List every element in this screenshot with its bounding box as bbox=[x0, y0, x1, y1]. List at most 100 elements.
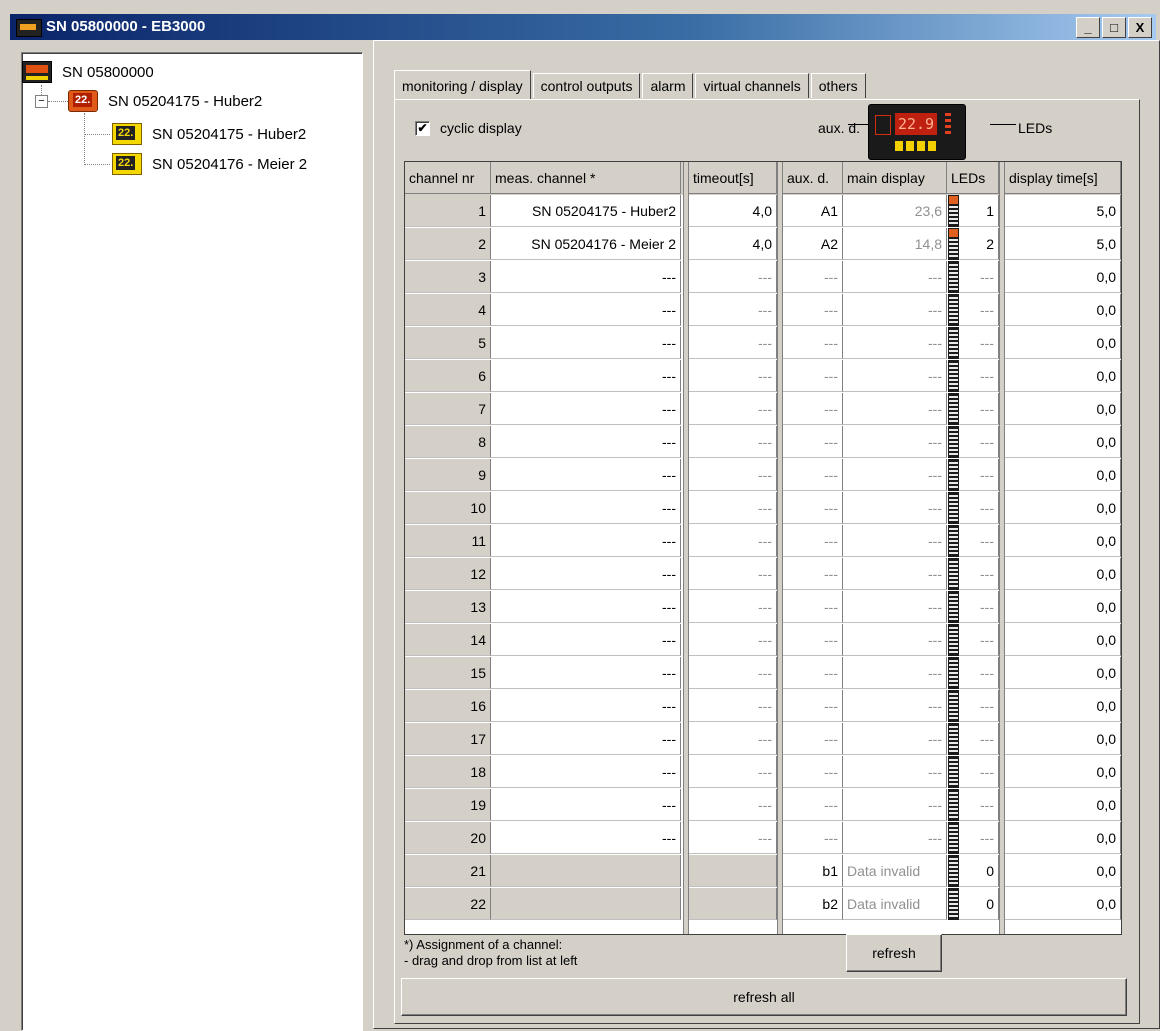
tab-alarm[interactable]: alarm bbox=[642, 73, 694, 98]
cell-main[interactable]: --- bbox=[843, 657, 947, 689]
tab-virtual-channels[interactable]: virtual channels bbox=[695, 73, 809, 98]
cell-aux[interactable]: b1 bbox=[783, 855, 843, 887]
cell-leds[interactable]: --- bbox=[959, 426, 999, 458]
cell-time[interactable]: 0,0 bbox=[1005, 789, 1121, 821]
cell-time[interactable]: 0,0 bbox=[1005, 261, 1121, 293]
cell-channel[interactable]: SN 05204175 - Huber2 bbox=[491, 195, 681, 227]
maximize-button[interactable]: □ bbox=[1102, 17, 1126, 38]
column-header[interactable]: main display bbox=[843, 162, 947, 194]
cell-aux[interactable]: A2 bbox=[783, 228, 843, 260]
cell-leds[interactable]: --- bbox=[959, 756, 999, 788]
table-row[interactable]: 5 --- --- --- --- --- 0,0 bbox=[405, 327, 1121, 360]
cell-aux[interactable]: --- bbox=[783, 261, 843, 293]
cell-leds[interactable]: --- bbox=[959, 558, 999, 590]
cell-channel[interactable]: --- bbox=[491, 591, 681, 623]
cell-main[interactable]: --- bbox=[843, 591, 947, 623]
cell-channel[interactable]: --- bbox=[491, 393, 681, 425]
tab-others[interactable]: others bbox=[810, 73, 866, 98]
cell-channel[interactable]: --- bbox=[491, 294, 681, 326]
cell-aux[interactable]: --- bbox=[783, 657, 843, 689]
cell-timeout[interactable] bbox=[689, 855, 777, 887]
cell-leds[interactable]: --- bbox=[959, 327, 999, 359]
cell-channel[interactable]: --- bbox=[491, 789, 681, 821]
cell-timeout[interactable]: --- bbox=[689, 492, 777, 524]
cell-main[interactable]: --- bbox=[843, 261, 947, 293]
cyclic-display-checkbox[interactable]: ✔ bbox=[415, 120, 430, 136]
table-row[interactable]: 7 --- --- --- --- --- 0,0 bbox=[405, 393, 1121, 426]
cell-main[interactable]: --- bbox=[843, 690, 947, 722]
cell-time[interactable]: 0,0 bbox=[1005, 723, 1121, 755]
cell-aux[interactable]: --- bbox=[783, 393, 843, 425]
cell-leds[interactable]: --- bbox=[959, 492, 999, 524]
cell-channel[interactable]: SN 05204176 - Meier 2 bbox=[491, 228, 681, 260]
refresh-all-button[interactable]: refresh all bbox=[401, 978, 1127, 1016]
cell-channel[interactable] bbox=[491, 888, 681, 920]
cell-channel[interactable]: --- bbox=[491, 459, 681, 491]
cell-main[interactable]: --- bbox=[843, 492, 947, 524]
cell-time[interactable]: 0,0 bbox=[1005, 822, 1121, 854]
cell-main[interactable]: Data invalid bbox=[843, 855, 947, 887]
title-bar[interactable]: SN 05800000 - EB3000 _ □ X bbox=[10, 14, 1156, 40]
cell-main[interactable]: --- bbox=[843, 624, 947, 656]
cell-aux[interactable]: --- bbox=[783, 690, 843, 722]
cell-main[interactable]: --- bbox=[843, 459, 947, 491]
cell-aux[interactable]: --- bbox=[783, 525, 843, 557]
minimize-button[interactable]: _ bbox=[1076, 17, 1100, 38]
close-button[interactable]: X bbox=[1128, 17, 1152, 38]
refresh-button[interactable]: refresh bbox=[846, 934, 942, 972]
cell-aux[interactable]: b2 bbox=[783, 888, 843, 920]
table-row[interactable]: 9 --- --- --- --- --- 0,0 bbox=[405, 459, 1121, 492]
table-row[interactable]: 6 --- --- --- --- --- 0,0 bbox=[405, 360, 1121, 393]
cell-timeout[interactable]: 4,0 bbox=[689, 228, 777, 260]
cell-time[interactable]: 0,0 bbox=[1005, 393, 1121, 425]
cell-time[interactable]: 0,0 bbox=[1005, 690, 1121, 722]
cell-aux[interactable]: --- bbox=[783, 492, 843, 524]
cell-timeout[interactable]: --- bbox=[689, 822, 777, 854]
cell-main[interactable]: 23,6 bbox=[843, 195, 947, 227]
cell-timeout[interactable]: --- bbox=[689, 393, 777, 425]
cell-channel[interactable]: --- bbox=[491, 723, 681, 755]
cell-time[interactable]: 0,0 bbox=[1005, 459, 1121, 491]
cell-leds[interactable]: 0 bbox=[959, 855, 999, 887]
cell-main[interactable]: --- bbox=[843, 525, 947, 557]
cell-leds[interactable]: --- bbox=[959, 360, 999, 392]
cell-timeout[interactable]: --- bbox=[689, 327, 777, 359]
cell-channel[interactable]: --- bbox=[491, 525, 681, 557]
cell-time[interactable]: 0,0 bbox=[1005, 624, 1121, 656]
cell-timeout[interactable]: --- bbox=[689, 426, 777, 458]
cell-channel[interactable]: --- bbox=[491, 327, 681, 359]
cell-time[interactable]: 0,0 bbox=[1005, 525, 1121, 557]
tab-control-outputs[interactable]: control outputs bbox=[532, 73, 641, 98]
tree-collapse-toggle[interactable]: − bbox=[35, 95, 48, 108]
cell-channel[interactable] bbox=[491, 855, 681, 887]
cell-leds[interactable]: --- bbox=[959, 690, 999, 722]
cell-timeout[interactable]: --- bbox=[689, 657, 777, 689]
cell-aux[interactable]: --- bbox=[783, 789, 843, 821]
cell-timeout[interactable]: --- bbox=[689, 690, 777, 722]
cell-aux[interactable]: --- bbox=[783, 624, 843, 656]
cell-leds[interactable]: --- bbox=[959, 294, 999, 326]
table-row[interactable]: 17 --- --- --- --- --- 0,0 bbox=[405, 723, 1121, 756]
cell-timeout[interactable]: 4,0 bbox=[689, 195, 777, 227]
cell-timeout[interactable]: --- bbox=[689, 756, 777, 788]
cell-main[interactable]: --- bbox=[843, 789, 947, 821]
cell-channel[interactable]: --- bbox=[491, 690, 681, 722]
cell-channel[interactable]: --- bbox=[491, 360, 681, 392]
cell-aux[interactable]: --- bbox=[783, 558, 843, 590]
column-header[interactable]: LEDs bbox=[947, 162, 999, 194]
cell-leds[interactable]: --- bbox=[959, 525, 999, 557]
table-row[interactable]: 10 --- --- --- --- --- 0,0 bbox=[405, 492, 1121, 525]
tree-node-root[interactable]: SN 05800000 bbox=[22, 61, 154, 83]
cell-time[interactable]: 0,0 bbox=[1005, 492, 1121, 524]
cell-time[interactable]: 0,0 bbox=[1005, 360, 1121, 392]
cell-main[interactable]: --- bbox=[843, 327, 947, 359]
cell-leds[interactable]: --- bbox=[959, 789, 999, 821]
cell-leds[interactable]: --- bbox=[959, 393, 999, 425]
cell-time[interactable]: 0,0 bbox=[1005, 888, 1121, 920]
cell-timeout[interactable]: --- bbox=[689, 525, 777, 557]
cell-time[interactable]: 0,0 bbox=[1005, 426, 1121, 458]
column-header[interactable]: meas. channel * bbox=[491, 162, 681, 194]
cell-aux[interactable]: A1 bbox=[783, 195, 843, 227]
cell-time[interactable]: 0,0 bbox=[1005, 591, 1121, 623]
cell-aux[interactable]: --- bbox=[783, 294, 843, 326]
